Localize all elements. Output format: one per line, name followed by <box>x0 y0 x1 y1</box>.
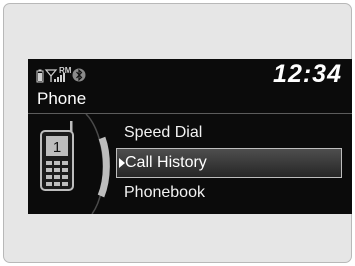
menu-item-label: Call History <box>125 154 207 171</box>
selector-dial-highlight-arc <box>97 136 110 198</box>
menu-item-label: Phonebook <box>124 184 205 201</box>
audio-display-screen: RM 12:34 Phone 1 Speed Dial Call History… <box>28 59 352 214</box>
phone-display-number: 1 <box>53 139 61 156</box>
menu-item-phonebook[interactable]: Phonebook <box>114 178 352 208</box>
cell-phone-icon: 1 <box>40 121 74 191</box>
selection-cursor-icon <box>119 158 125 168</box>
selector-dial-outer-arc <box>85 114 105 214</box>
phone-menu: Speed Dial Call History Phonebook <box>114 118 352 208</box>
bluetooth-icon <box>72 68 86 82</box>
battery-icon <box>36 69 44 83</box>
clock: 12:34 <box>273 60 342 88</box>
status-bar: RM 12:34 <box>28 59 352 88</box>
page-title: Phone <box>37 89 87 108</box>
menu-item-label: Speed Dial <box>124 124 203 141</box>
figure-panel: RM 12:34 Phone 1 Speed Dial Call History… <box>3 3 352 263</box>
phone-graphic: 1 <box>40 114 110 214</box>
roaming-indicator: RM <box>59 66 72 75</box>
menu-item-call-history[interactable]: Call History <box>116 148 342 178</box>
menu-item-speed-dial[interactable]: Speed Dial <box>114 118 352 148</box>
status-icons: RM <box>36 66 86 83</box>
